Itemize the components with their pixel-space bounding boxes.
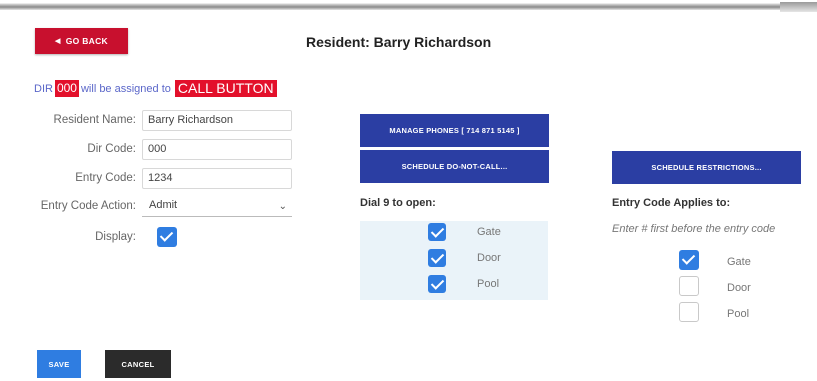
- entry-code-label: Entry Code:: [75, 172, 136, 184]
- save-button[interactable]: SAVE: [37, 350, 81, 378]
- assignment-middle: will be assigned to: [80, 82, 171, 95]
- assignment-prefix: DIR: [34, 82, 53, 95]
- resident-name-label: Resident Name:: [53, 114, 136, 126]
- entry-code-applies-title: Entry Code Applies to:: [612, 197, 731, 209]
- display-label: Display:: [95, 231, 136, 243]
- dial-9-title: Dial 9 to open:: [360, 197, 436, 209]
- dial-pool-label: Pool: [477, 278, 500, 290]
- chevron-left-icon: ◀: [55, 38, 61, 45]
- applies-gate-checkbox[interactable]: [679, 250, 699, 270]
- dir-code-label: Dir Code:: [87, 143, 136, 155]
- assignment-dir-code: 000: [54, 80, 79, 97]
- dial-pool-checkbox[interactable]: [428, 275, 446, 293]
- entry-code-action-label: Entry Code Action:: [40, 200, 136, 212]
- schedule-restrictions-button[interactable]: SCHEDULE RESTRICTIONS...: [612, 151, 801, 184]
- go-back-button[interactable]: ◀ GO BACK: [35, 28, 128, 54]
- assignment-notice: DIR 000 will be assigned to CALL BUTTON: [34, 80, 277, 97]
- resident-name-field[interactable]: Barry Richardson: [142, 110, 292, 131]
- applies-pool-checkbox[interactable]: [679, 302, 699, 322]
- dial-gate-checkbox[interactable]: [428, 223, 446, 241]
- chevron-down-icon: ⌄: [278, 201, 287, 212]
- dir-code-field[interactable]: 000: [142, 139, 292, 160]
- page-title: Resident: Barry Richardson: [306, 34, 492, 50]
- entry-code-hint: Enter # first before the entry code: [612, 223, 776, 235]
- top-border: [0, 0, 817, 10]
- cancel-button[interactable]: CANCEL: [105, 350, 171, 378]
- assignment-target: CALL BUTTON: [174, 80, 277, 97]
- top-border-shadow: [780, 2, 817, 12]
- go-back-label: GO BACK: [65, 36, 108, 46]
- applies-door-label: Door: [727, 282, 751, 294]
- dial-gate-label: Gate: [477, 226, 501, 238]
- entry-code-field[interactable]: 1234: [142, 168, 292, 189]
- entry-code-action-select[interactable]: Admit ⌄: [142, 196, 292, 217]
- dial-door-label: Door: [477, 252, 501, 264]
- applies-pool-label: Pool: [727, 308, 750, 320]
- schedule-do-not-call-button[interactable]: SCHEDULE DO-NOT-CALL...: [360, 150, 549, 183]
- display-checkbox[interactable]: [157, 227, 177, 247]
- manage-phones-button[interactable]: MANAGE PHONES [ 714 871 5145 ]: [360, 114, 549, 147]
- dial-9-panel: [360, 221, 548, 300]
- entry-code-action-value: Admit: [149, 199, 178, 211]
- applies-gate-label: Gate: [727, 256, 751, 268]
- applies-door-checkbox[interactable]: [679, 276, 699, 296]
- dial-door-checkbox[interactable]: [428, 249, 446, 267]
